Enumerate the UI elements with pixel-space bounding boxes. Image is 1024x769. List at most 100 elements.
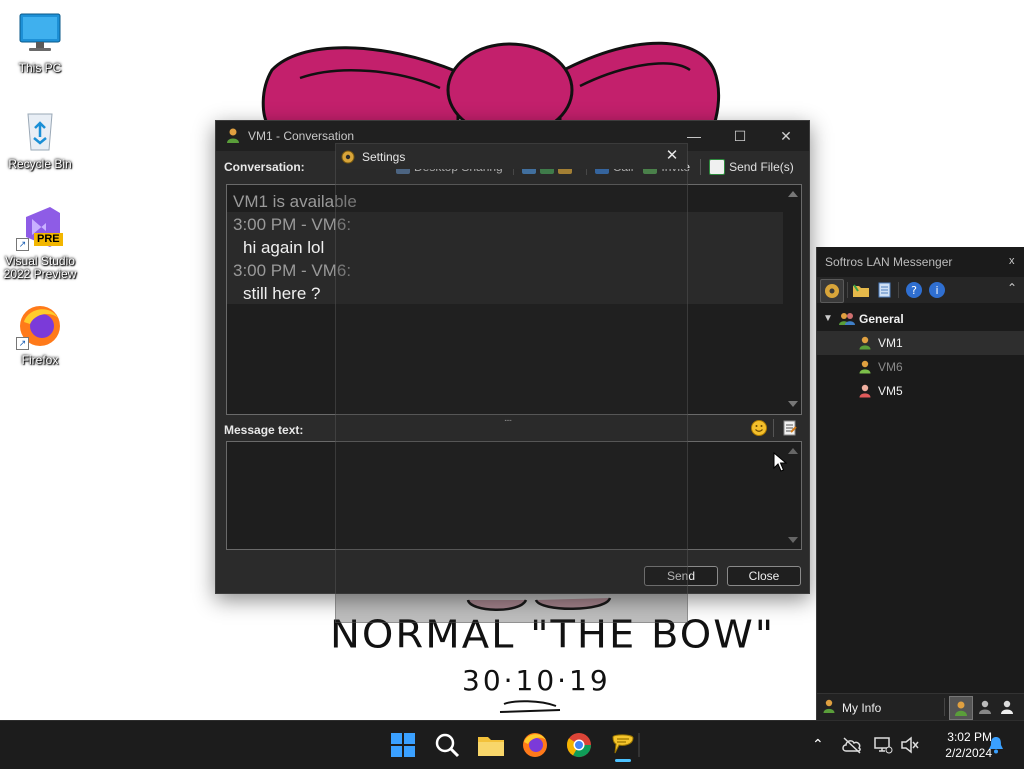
chevron-down-icon[interactable]: ▼: [823, 307, 833, 331]
message-text: hi again lol: [243, 238, 325, 257]
history-scrollbar[interactable]: [785, 185, 801, 414]
network-icon[interactable]: [873, 735, 893, 755]
user-icon: [227, 128, 239, 143]
desktop-icon-label: Visual Studio 2022 Preview: [3, 254, 77, 281]
maximize-button[interactable]: ☐: [717, 121, 763, 151]
scroll-down-arrow-icon[interactable]: [788, 537, 798, 543]
notification-bell-icon[interactable]: [987, 735, 1005, 755]
folder-icon: [478, 737, 504, 756]
help-icon: ?: [906, 282, 922, 298]
send-file-icon: [709, 159, 726, 175]
messenger-status-bar: My Info: [817, 693, 1024, 721]
collapse-chevron-icon[interactable]: ⌃: [1007, 281, 1017, 295]
show-hidden-icons-chevron-icon[interactable]: ⌃: [812, 736, 824, 753]
window-title: VM1 - Conversation: [248, 129, 355, 143]
chrome-icon: [566, 733, 591, 758]
toolbar-separator: [847, 282, 848, 298]
settings-titlebar[interactable]: Settings ✕: [336, 144, 687, 169]
emoticon-icon[interactable]: [751, 420, 767, 436]
status-online-button[interactable]: [949, 696, 973, 720]
toolbar-separator: [944, 698, 945, 716]
gear-icon: [825, 284, 839, 298]
shortcut-arrow-icon: ↗: [16, 337, 29, 350]
message-scrollbar[interactable]: [785, 442, 801, 549]
monitor-icon: [16, 10, 64, 58]
text-format-icon[interactable]: [782, 420, 798, 436]
windows-logo-icon: [391, 733, 415, 757]
info-button[interactable]: i: [928, 281, 946, 299]
cloud-offline-icon[interactable]: [842, 736, 862, 754]
contact-item-vm6[interactable]: VM6: [817, 355, 1024, 379]
scroll-up-arrow-icon[interactable]: [788, 191, 798, 197]
message-header: 3:00 PM - VM6:: [233, 215, 352, 234]
my-info-user-icon: [823, 699, 835, 713]
desktop-icon-label: Firefox: [21, 353, 59, 367]
start-button[interactable]: [387, 729, 419, 761]
active-app-indicator: [615, 759, 631, 762]
scroll-up-arrow-icon[interactable]: [788, 448, 798, 454]
messenger-bubble-icon: [612, 734, 634, 754]
message-text: still here ?: [243, 284, 321, 303]
desktop-icon-visual-studio[interactable]: PRE ↗ Visual Studio 2022 Preview: [0, 203, 80, 281]
shortcut-arrow-icon: ↗: [16, 238, 29, 251]
contact-item-vm5[interactable]: VM5: [817, 379, 1024, 403]
user-away-icon: [859, 360, 871, 374]
firefox-icon: ↗: [16, 302, 64, 350]
chrome-taskbar-button[interactable]: [563, 729, 595, 761]
desktop-icon-recycle-bin[interactable]: Recycle Bin: [0, 106, 80, 171]
messenger-title: Softros LAN Messenger: [825, 255, 953, 269]
user-away-icon: [979, 700, 991, 714]
settings-tool-button[interactable]: [820, 279, 844, 303]
clock-time[interactable]: 3:02 PM: [926, 730, 992, 744]
messenger-toolbar: ? i ⌃: [817, 277, 1024, 303]
clock-date[interactable]: 2/2/2024: [926, 746, 992, 760]
desktop-icon-label: This PC: [18, 61, 62, 75]
lan-messenger-taskbar-button[interactable]: [607, 729, 639, 762]
desktop-icon-this-pc[interactable]: This PC: [0, 10, 80, 75]
recycle-bin-icon: [16, 106, 64, 154]
help-button[interactable]: ?: [905, 281, 923, 299]
info-icon: i: [929, 282, 945, 298]
folder-icon: [853, 284, 869, 297]
shared-folder-button[interactable]: [852, 281, 870, 299]
close-window-button[interactable]: ✕: [763, 121, 809, 151]
toolbar-separator: [898, 282, 899, 298]
user-online-icon: [955, 701, 967, 716]
my-info-button[interactable]: My Info: [842, 701, 881, 715]
status-away-button[interactable]: [975, 697, 995, 717]
file-explorer-button[interactable]: [475, 729, 507, 761]
search-button[interactable]: [431, 729, 463, 761]
close-button[interactable]: Close: [727, 566, 801, 586]
preview-badge: PRE: [34, 233, 63, 246]
mouse-cursor-icon: [773, 452, 787, 472]
conversation-label: Conversation:: [224, 160, 305, 174]
svg-text:i: i: [935, 284, 938, 297]
group-icon: [839, 313, 855, 325]
wallpaper-date: 30·10·19: [462, 664, 611, 697]
group-name: General: [859, 312, 904, 326]
settings-title: Settings: [362, 150, 406, 164]
firefox-taskbar-button[interactable]: [519, 729, 551, 761]
settings-close-button[interactable]: ✕: [660, 146, 684, 166]
speaker-muted-icon[interactable]: [900, 735, 920, 755]
send-files-button[interactable]: Send File(s): [709, 159, 794, 175]
message-header: 3:00 PM - VM6:: [233, 261, 352, 280]
visual-studio-icon: PRE ↗: [16, 203, 64, 251]
settings-window[interactable]: Settings ✕: [335, 143, 688, 623]
messenger-close-button[interactable]: x: [1009, 255, 1015, 267]
messenger-panel[interactable]: Softros LAN Messenger x ? i ⌃ ▼ General: [816, 247, 1024, 721]
contact-name: VM6: [878, 360, 903, 374]
history-log-button[interactable]: [875, 281, 893, 299]
message-text-label: Message text:: [224, 423, 304, 437]
desktop-icon-firefox[interactable]: ↗ Firefox: [0, 302, 80, 367]
contact-name: VM1: [878, 336, 903, 350]
gear-icon: [341, 150, 355, 164]
contact-item-vm1[interactable]: VM1: [817, 331, 1024, 355]
status-offline-button[interactable]: [997, 697, 1017, 717]
scroll-down-arrow-icon[interactable]: [788, 401, 798, 407]
contact-group-general[interactable]: ▼ General: [817, 307, 1024, 331]
user-online-icon: [859, 336, 871, 350]
taskbar-separator: [638, 733, 640, 757]
toolbar-separator: [700, 159, 702, 175]
desktop-icon-label: Recycle Bin: [8, 157, 72, 171]
